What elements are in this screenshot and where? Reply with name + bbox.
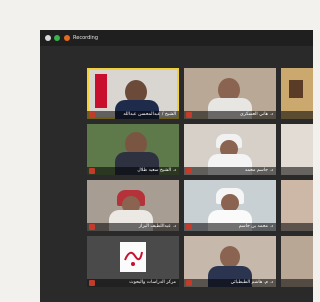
- recording-label: Recording: [73, 35, 99, 41]
- window-control-icon[interactable]: [45, 35, 51, 41]
- mic-muted-icon: [89, 112, 95, 118]
- participant-name: د. م. هاشم الطبطبائي: [230, 280, 273, 285]
- video-tile[interactable]: د. جاسم محمد: [184, 124, 276, 175]
- video-tile[interactable]: الشيخ / عبدالمحسن عبدالله: [87, 68, 179, 119]
- video-tile[interactable]: [281, 180, 313, 231]
- video-tile[interactable]: د. عبداللطيف البزاز: [87, 180, 179, 231]
- video-tile[interactable]: د. محمد بن جاسم: [184, 180, 276, 231]
- flag-icon: [95, 74, 107, 108]
- video-tile[interactable]: مركز الدراسات والبحوث: [87, 236, 179, 287]
- participant-name: مركز الدراسات والبحوث: [129, 280, 176, 285]
- participant-name: د. محمد بن جاسم: [238, 224, 273, 229]
- wall-frame: [289, 80, 303, 98]
- participant-name: الشيخ / عبدالمحسن عبدالله: [123, 112, 176, 117]
- mic-muted-icon: [186, 168, 192, 174]
- mic-muted-icon: [89, 168, 95, 174]
- mic-muted-icon: [186, 280, 192, 286]
- logo-icon: [120, 242, 146, 272]
- mic-muted-icon: [89, 280, 95, 286]
- title-bar: Recording: [40, 30, 313, 46]
- mic-muted-icon: [89, 224, 95, 230]
- video-tile[interactable]: [281, 68, 313, 119]
- video-tile[interactable]: [281, 124, 313, 175]
- participant-name: د. جاسم محمد: [244, 168, 273, 173]
- org-logo-icon: [124, 251, 143, 266]
- participant-name: د. هاني العسكري: [239, 112, 273, 117]
- person-avatar: [220, 246, 240, 268]
- meeting-window: Recording الشيخ / عبدالمحسن عبدالله د. ه…: [40, 30, 313, 302]
- video-tile[interactable]: د. الشيخ سعيد طلال: [87, 124, 179, 175]
- participant-name: د. عبداللطيف البزاز: [138, 224, 176, 229]
- recording-dot-icon: [64, 35, 70, 41]
- mic-muted-icon: [186, 112, 192, 118]
- shield-icon[interactable]: [54, 35, 60, 41]
- mic-muted-icon: [186, 224, 192, 230]
- video-tile[interactable]: د. هاني العسكري: [184, 68, 276, 119]
- participant-name: د. الشيخ سعيد طلال: [137, 168, 176, 173]
- video-tile[interactable]: د. م. هاشم الطبطبائي: [184, 236, 276, 287]
- video-tile[interactable]: [281, 236, 313, 287]
